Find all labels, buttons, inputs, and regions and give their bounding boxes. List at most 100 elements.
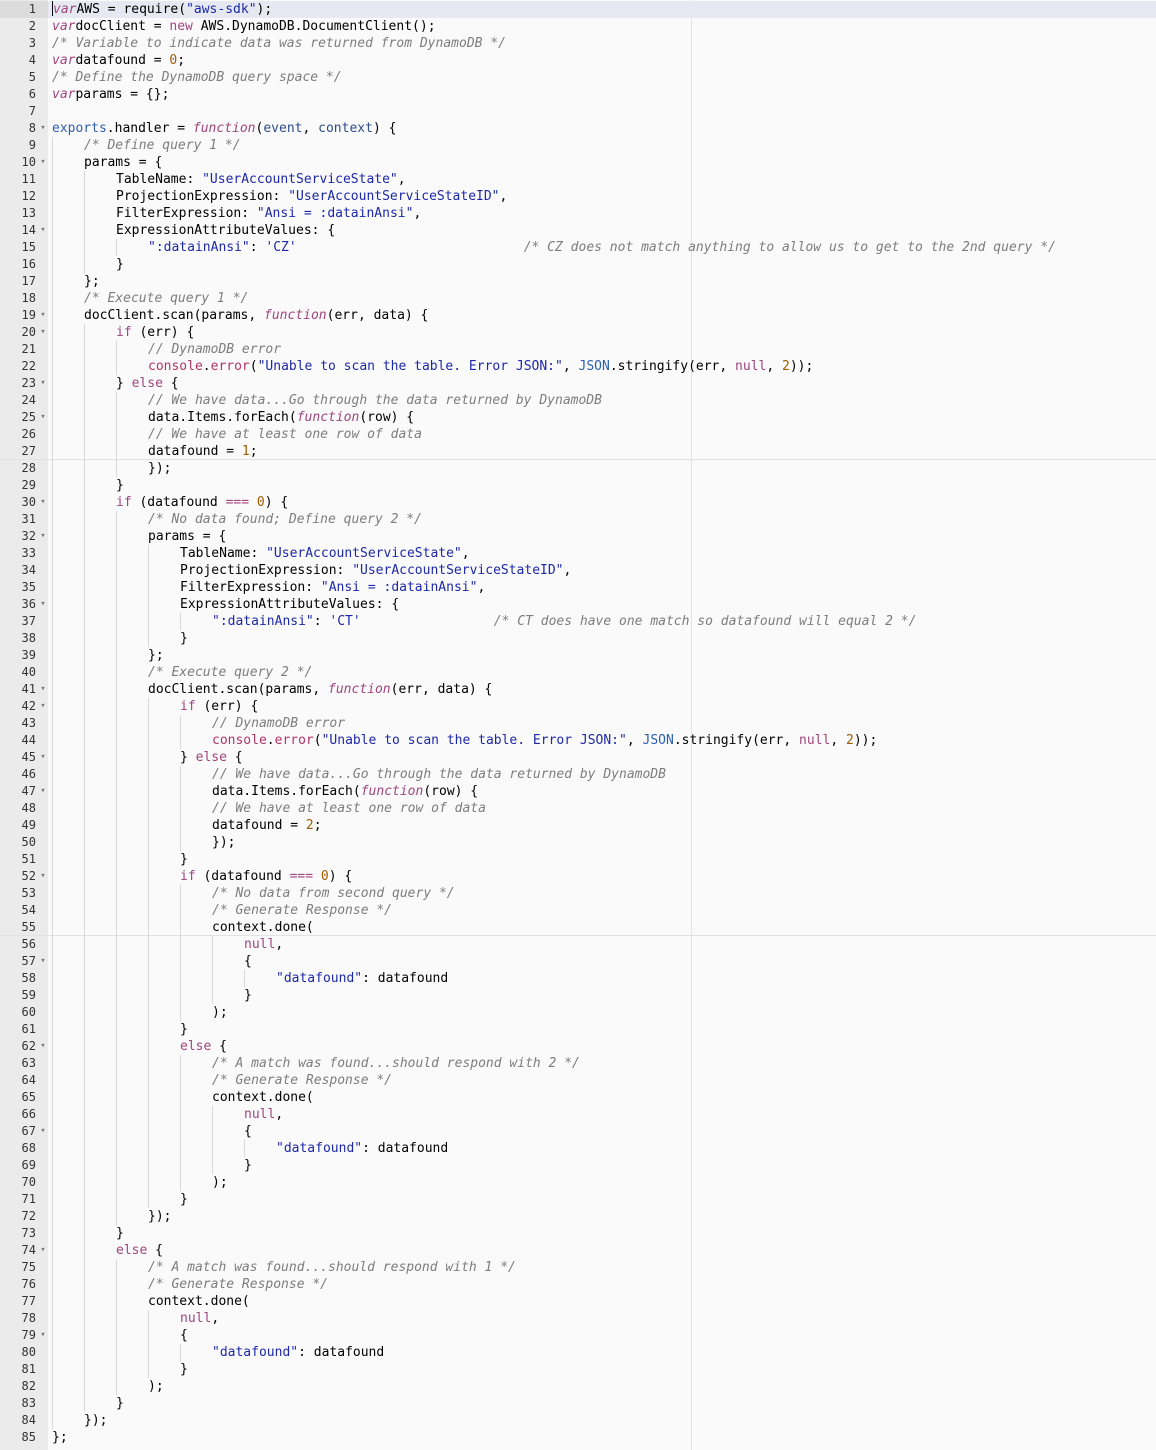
code-text[interactable]: data.Items.forEach(function(row) { — [212, 783, 478, 800]
code-text[interactable]: /* Generate Response */ — [212, 902, 392, 919]
line-number[interactable]: 72 — [0, 1208, 48, 1225]
code-line[interactable]: 32 ▾ params = { — [0, 528, 1156, 545]
code-line[interactable]: 43 // DynamoDB error — [0, 715, 1156, 732]
code-line[interactable]: 35 FilterExpression: "Ansi = :datainAnsi"… — [0, 579, 1156, 596]
line-number[interactable]: 75 — [0, 1259, 48, 1276]
code-text[interactable]: else { — [180, 1038, 227, 1055]
line-number[interactable]: 13 — [0, 205, 48, 222]
line-number[interactable]: 5 — [0, 69, 48, 86]
code-line[interactable]: 1 varAWS = require("aws-sdk"); — [0, 1, 1156, 18]
code-text[interactable]: }); — [84, 1412, 107, 1429]
fold-toggle-icon[interactable]: ▾ — [38, 528, 48, 545]
line-number[interactable]: 6 — [0, 86, 48, 103]
code-text[interactable]: } — [116, 477, 124, 494]
code-text[interactable]: "datafound": datafound — [276, 1140, 448, 1157]
code-text[interactable]: context.done( — [212, 919, 314, 936]
line-number[interactable]: 38 — [0, 630, 48, 647]
line-number[interactable]: 56 — [0, 936, 48, 953]
code-line[interactable]: 75 /* A match was found...should respond … — [0, 1259, 1156, 1276]
code-line[interactable]: 15 ":datainAnsi": 'CZ' /* CZ does not mat… — [0, 239, 1156, 256]
line-number[interactable]: 21 — [0, 341, 48, 358]
code-line[interactable]: 33 TableName: "UserAccountServiceState", — [0, 545, 1156, 562]
code-line[interactable]: 61} — [0, 1021, 1156, 1038]
line-number[interactable]: 28 — [0, 460, 48, 477]
line-number[interactable]: 46 — [0, 766, 48, 783]
code-text[interactable]: }); — [148, 1208, 171, 1225]
code-text[interactable]: null, — [244, 936, 283, 953]
code-text[interactable]: // We have at least one row of data — [148, 426, 422, 443]
code-text[interactable]: /* Variable to indicate data was returne… — [52, 35, 506, 52]
code-line[interactable]: 17}; — [0, 273, 1156, 290]
fold-toggle-icon[interactable]: ▾ — [38, 953, 48, 970]
code-text[interactable]: vardatafound = 0; — [52, 52, 185, 69]
code-text[interactable]: } — [244, 1157, 252, 1174]
code-text[interactable]: exports.handler = function(event, contex… — [52, 120, 396, 137]
code-text[interactable]: }); — [148, 460, 171, 477]
fold-toggle-icon[interactable]: ▾ — [38, 154, 48, 171]
code-line[interactable]: 77 context.done( — [0, 1293, 1156, 1310]
code-line[interactable]: 45 ▾} else { — [0, 749, 1156, 766]
line-number[interactable]: 17 — [0, 273, 48, 290]
code-text[interactable]: vardocClient = new AWS.DynamoDB.Document… — [52, 18, 436, 35]
code-text[interactable]: // DynamoDB error — [148, 341, 281, 358]
line-number[interactable]: 73 — [0, 1225, 48, 1242]
line-number[interactable]: 15 — [0, 239, 48, 256]
code-line[interactable]: 5 /* Define the DynamoDB query space */ — [0, 69, 1156, 86]
code-text[interactable]: null, — [180, 1310, 219, 1327]
code-text[interactable]: /* A match was found...should respond wi… — [212, 1055, 580, 1072]
fold-toggle-icon[interactable]: ▾ — [38, 409, 48, 426]
code-line[interactable]: 3 /* Variable to indicate data was return… — [0, 35, 1156, 52]
code-line[interactable]: 9 /* Define query 1 */ — [0, 137, 1156, 154]
code-line[interactable]: 44 console.error("Unable to scan the tabl… — [0, 732, 1156, 749]
line-number[interactable]: 53 — [0, 885, 48, 902]
code-text[interactable]: data.Items.forEach(function(row) { — [148, 409, 414, 426]
line-number[interactable]: 4 — [0, 52, 48, 69]
line-number[interactable]: 77 — [0, 1293, 48, 1310]
code-text[interactable]: } — [180, 1361, 188, 1378]
code-text[interactable]: // DynamoDB error — [212, 715, 345, 732]
line-number[interactable]: 78 — [0, 1310, 48, 1327]
code-text[interactable]: TableName: "UserAccountServiceState", — [116, 171, 406, 188]
code-text[interactable]: /* A match was found...should respond wi… — [148, 1259, 516, 1276]
line-number[interactable]: 70 — [0, 1174, 48, 1191]
code-text[interactable]: } — [116, 1395, 124, 1412]
code-text[interactable]: ProjectionExpression: "UserAccountServic… — [180, 562, 571, 579]
code-line[interactable]: 39}; — [0, 647, 1156, 664]
code-line[interactable]: 10 ▾ params = { — [0, 154, 1156, 171]
line-number[interactable]: 35 — [0, 579, 48, 596]
code-text[interactable]: }); — [212, 834, 235, 851]
line-number[interactable]: 1 — [0, 1, 48, 18]
code-text[interactable]: varparams = {}; — [52, 86, 169, 103]
code-text[interactable]: } — [180, 630, 188, 647]
code-text[interactable]: } else { — [180, 749, 243, 766]
line-number[interactable]: 60 — [0, 1004, 48, 1021]
code-line[interactable]: 42 ▾ if (err) { — [0, 698, 1156, 715]
line-number[interactable]: 65 — [0, 1089, 48, 1106]
code-line[interactable]: 24 // We have data...Go through the data … — [0, 392, 1156, 409]
code-line[interactable]: 82); — [0, 1378, 1156, 1395]
fold-toggle-icon[interactable]: ▾ — [38, 222, 48, 239]
code-line[interactable]: 13 FilterExpression: "Ansi = :datainAnsi"… — [0, 205, 1156, 222]
code-text[interactable]: } — [180, 851, 188, 868]
code-line[interactable]: 85}; — [0, 1429, 1156, 1446]
fold-toggle-icon[interactable]: ▾ — [38, 324, 48, 341]
code-line[interactable]: 27 datafound = 1; — [0, 443, 1156, 460]
code-line[interactable]: 41 ▾ docClient.scan(params, function(err, … — [0, 681, 1156, 698]
code-line[interactable]: 46 // We have data...Go through the data … — [0, 766, 1156, 783]
line-number[interactable]: 33 — [0, 545, 48, 562]
line-number[interactable]: 61 — [0, 1021, 48, 1038]
code-line[interactable]: 25 ▾ data.Items.forEach(function(row) { — [0, 409, 1156, 426]
line-number[interactable]: 27 — [0, 443, 48, 460]
code-line[interactable]: 34 ProjectionExpression: "UserAccountServ… — [0, 562, 1156, 579]
line-number[interactable]: 44 — [0, 732, 48, 749]
code-text[interactable]: "datafound": datafound — [276, 970, 448, 987]
code-line[interactable]: 40 /* Execute query 2 */ — [0, 664, 1156, 681]
code-line[interactable]: 28}); — [0, 460, 1156, 477]
fold-toggle-icon[interactable]: ▾ — [38, 783, 48, 800]
code-text[interactable]: ":datainAnsi": 'CT' /* CT does have one … — [212, 613, 916, 630]
line-number[interactable]: 85 — [0, 1429, 48, 1446]
code-text[interactable]: if (datafound === 0) { — [180, 868, 352, 885]
code-line[interactable]: 14 ▾ ExpressionAttributeValues: { — [0, 222, 1156, 239]
code-text[interactable]: console.error("Unable to scan the table.… — [148, 358, 813, 375]
line-number[interactable]: 39 — [0, 647, 48, 664]
